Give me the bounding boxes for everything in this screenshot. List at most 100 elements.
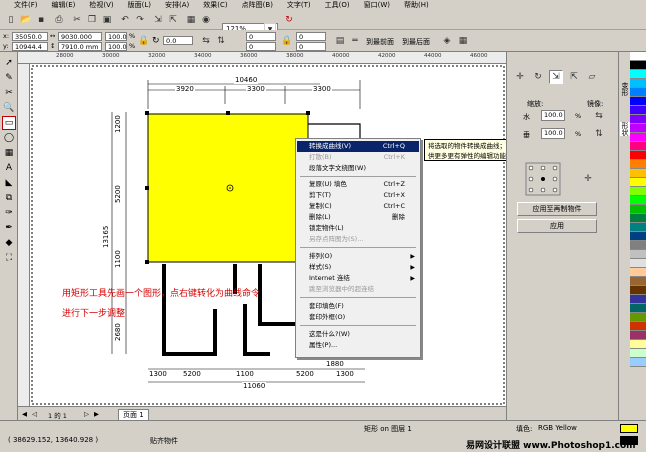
palette-swatch[interactable] xyxy=(630,295,646,304)
palette-swatch[interactable] xyxy=(630,169,646,178)
corner-roundness-2[interactable]: 0 xyxy=(246,42,276,51)
palette-swatch[interactable] xyxy=(630,133,646,142)
menu-bitmaps[interactable]: 点阵图(B) xyxy=(242,0,273,10)
palette-swatch[interactable] xyxy=(630,88,646,97)
to-front-button[interactable]: 到最前面 xyxy=(366,37,394,47)
palette-swatch[interactable] xyxy=(630,115,646,124)
palette-swatch[interactable] xyxy=(630,142,646,151)
zoom-refresh-icon[interactable]: ↻ xyxy=(282,13,296,27)
palette-swatch[interactable] xyxy=(630,205,646,214)
menu-item-overprint-outline[interactable]: 套印外框(O) xyxy=(297,312,419,323)
undo-icon[interactable]: ↶ xyxy=(118,13,132,27)
palette-swatch[interactable] xyxy=(630,70,646,79)
eyedropper-tool-icon[interactable]: ✑ xyxy=(2,206,16,220)
y-position-field[interactable]: 10944.4 xyxy=(12,42,48,51)
palette-swatch[interactable] xyxy=(630,151,646,160)
cut-icon[interactable]: ✂ xyxy=(70,13,84,27)
menu-item-styles[interactable]: 样式(S) ▶ xyxy=(297,262,419,273)
menu-item-jump-hyperlink[interactable]: 跳至浏览器中的超连结 xyxy=(297,284,419,295)
menu-effects[interactable]: 效果(C) xyxy=(203,0,227,10)
redo-icon[interactable]: ↷ xyxy=(133,13,147,27)
palette-swatch[interactable] xyxy=(630,241,646,250)
interactive-fill-icon[interactable]: ◣ xyxy=(2,176,16,190)
mirror-vertical-icon[interactable]: ⇅ xyxy=(214,34,228,48)
scale-width-field[interactable]: 100.0 xyxy=(105,32,127,41)
corel-online-icon[interactable]: ◉ xyxy=(199,13,213,27)
menu-item-internet-link[interactable]: Internet 连结 ▶ xyxy=(297,273,419,284)
menu-item-properties[interactable]: 属性(P)... xyxy=(297,340,419,351)
menu-text[interactable]: 文字(T) xyxy=(287,0,311,10)
menu-item-copy[interactable]: 复制(C) Ctrl+C xyxy=(297,201,419,212)
palette-swatch[interactable] xyxy=(630,259,646,268)
palette-swatch[interactable] xyxy=(630,340,646,349)
palette-swatch[interactable] xyxy=(630,349,646,358)
menu-item-overprint-fill[interactable]: 套印填色(F) xyxy=(297,301,419,312)
menu-item-break-apart[interactable]: 打散(B) Ctrl+K xyxy=(297,152,419,163)
scale-vertical-field[interactable]: 100.0 xyxy=(541,128,565,139)
skew-icon[interactable]: ▱ xyxy=(585,70,599,84)
anchor-grid[interactable] xyxy=(525,162,561,196)
lock-corners-icon[interactable]: 🔒 xyxy=(280,34,294,48)
corner-roundness-3[interactable]: 0 xyxy=(296,32,326,41)
menu-window[interactable]: 窗口(W) xyxy=(364,0,390,10)
menu-layout[interactable]: 版面(L) xyxy=(128,0,151,10)
palette-swatch[interactable] xyxy=(630,331,646,340)
scale-mirror-icon[interactable]: ⇲ xyxy=(549,70,563,84)
width-field[interactable]: 9030.000 mr xyxy=(58,32,102,49)
palette-swatch[interactable] xyxy=(630,97,646,106)
palette-swatch[interactable] xyxy=(630,178,646,187)
height-field[interactable]: 7910.0 mm xyxy=(58,42,102,51)
menu-item-save-bitmap-as[interactable]: 另存点阵图为(S)... xyxy=(297,234,419,245)
scale-horizontal-field[interactable]: 100.0 xyxy=(541,110,565,121)
x-position-field[interactable]: 35050.0 xyxy=(12,32,48,41)
paste-icon[interactable]: ▣ xyxy=(100,13,114,27)
corner-roundness-4[interactable]: 0 xyxy=(296,42,326,51)
palette-swatch[interactable] xyxy=(630,313,646,322)
last-page-icon[interactable]: ▶ xyxy=(94,410,99,418)
palette-swatch[interactable] xyxy=(630,322,646,331)
palette-swatch[interactable] xyxy=(630,61,646,70)
save-icon[interactable]: ▪ xyxy=(34,13,48,27)
knife-tool-icon[interactable]: ✂ xyxy=(2,86,16,100)
zoom-tool-icon[interactable]: 🔍 xyxy=(2,101,16,115)
palette-swatch[interactable] xyxy=(630,187,646,196)
blend-tool-icon[interactable]: ⧉ xyxy=(2,191,16,205)
shape-tool-icon[interactable]: ✎ xyxy=(2,71,16,85)
palette-swatch[interactable] xyxy=(630,223,646,232)
properties-icon[interactable]: ▦ xyxy=(456,34,470,48)
menu-arrange[interactable]: 安排(A) xyxy=(165,0,189,10)
menu-tools[interactable]: 工具(O) xyxy=(325,0,350,10)
palette-swatch[interactable] xyxy=(630,124,646,133)
menu-item-convert-to-curves[interactable]: 转换成曲线(V) Ctrl+Q xyxy=(297,141,419,152)
outline-width-icon[interactable]: ═ xyxy=(348,34,362,48)
palette-swatch[interactable] xyxy=(630,106,646,115)
export-icon[interactable]: ⇱ xyxy=(166,13,180,27)
fill-tool-icon[interactable]: ◆ xyxy=(2,236,16,250)
mirror-horizontal-icon[interactable]: ⇆ xyxy=(199,34,213,48)
paint-bucket-icon[interactable]: ⛶ xyxy=(2,251,16,265)
drawing-canvas[interactable]: 10460 3920 3300 3300 1200 5200 1100 1316… xyxy=(30,64,506,406)
menu-view[interactable]: 检视(V) xyxy=(89,0,113,10)
size-icon[interactable]: ⇱ xyxy=(567,70,581,84)
import-icon[interactable]: ⇲ xyxy=(151,13,165,27)
palette-swatch[interactable] xyxy=(630,286,646,295)
tab-shape[interactable]: 形状 xyxy=(620,122,630,136)
to-back-button[interactable]: 到最后面 xyxy=(402,37,430,47)
rotate-icon[interactable]: ↻ xyxy=(531,70,545,84)
menu-item-undo-fill[interactable]: 复原(U) 填色 Ctrl+Z xyxy=(297,179,419,190)
first-page-icon[interactable]: ◀ xyxy=(22,410,27,418)
menu-file[interactable]: 文件(F) xyxy=(14,0,38,10)
application-launcher-icon[interactable]: ▦ xyxy=(184,13,198,27)
next-page-icon[interactable]: ▷ xyxy=(84,410,89,418)
palette-swatch[interactable] xyxy=(630,52,646,61)
palette-swatch[interactable] xyxy=(630,160,646,169)
tab-transform[interactable]: 变形 xyxy=(620,82,630,96)
copy-icon[interactable]: ❐ xyxy=(85,13,99,27)
menu-item-wrap-paragraph[interactable]: 段落文字文绕图(W) xyxy=(297,163,419,174)
palette-swatch[interactable] xyxy=(630,196,646,205)
palette-swatch[interactable] xyxy=(630,358,646,367)
mirror-horizontal-button[interactable]: ⇆ xyxy=(587,109,611,123)
pick-tool-icon[interactable]: ➚ xyxy=(2,56,16,70)
apply-button[interactable]: 应用 xyxy=(517,219,597,233)
menu-item-whats-this[interactable]: 这是什么?(W) xyxy=(297,329,419,340)
